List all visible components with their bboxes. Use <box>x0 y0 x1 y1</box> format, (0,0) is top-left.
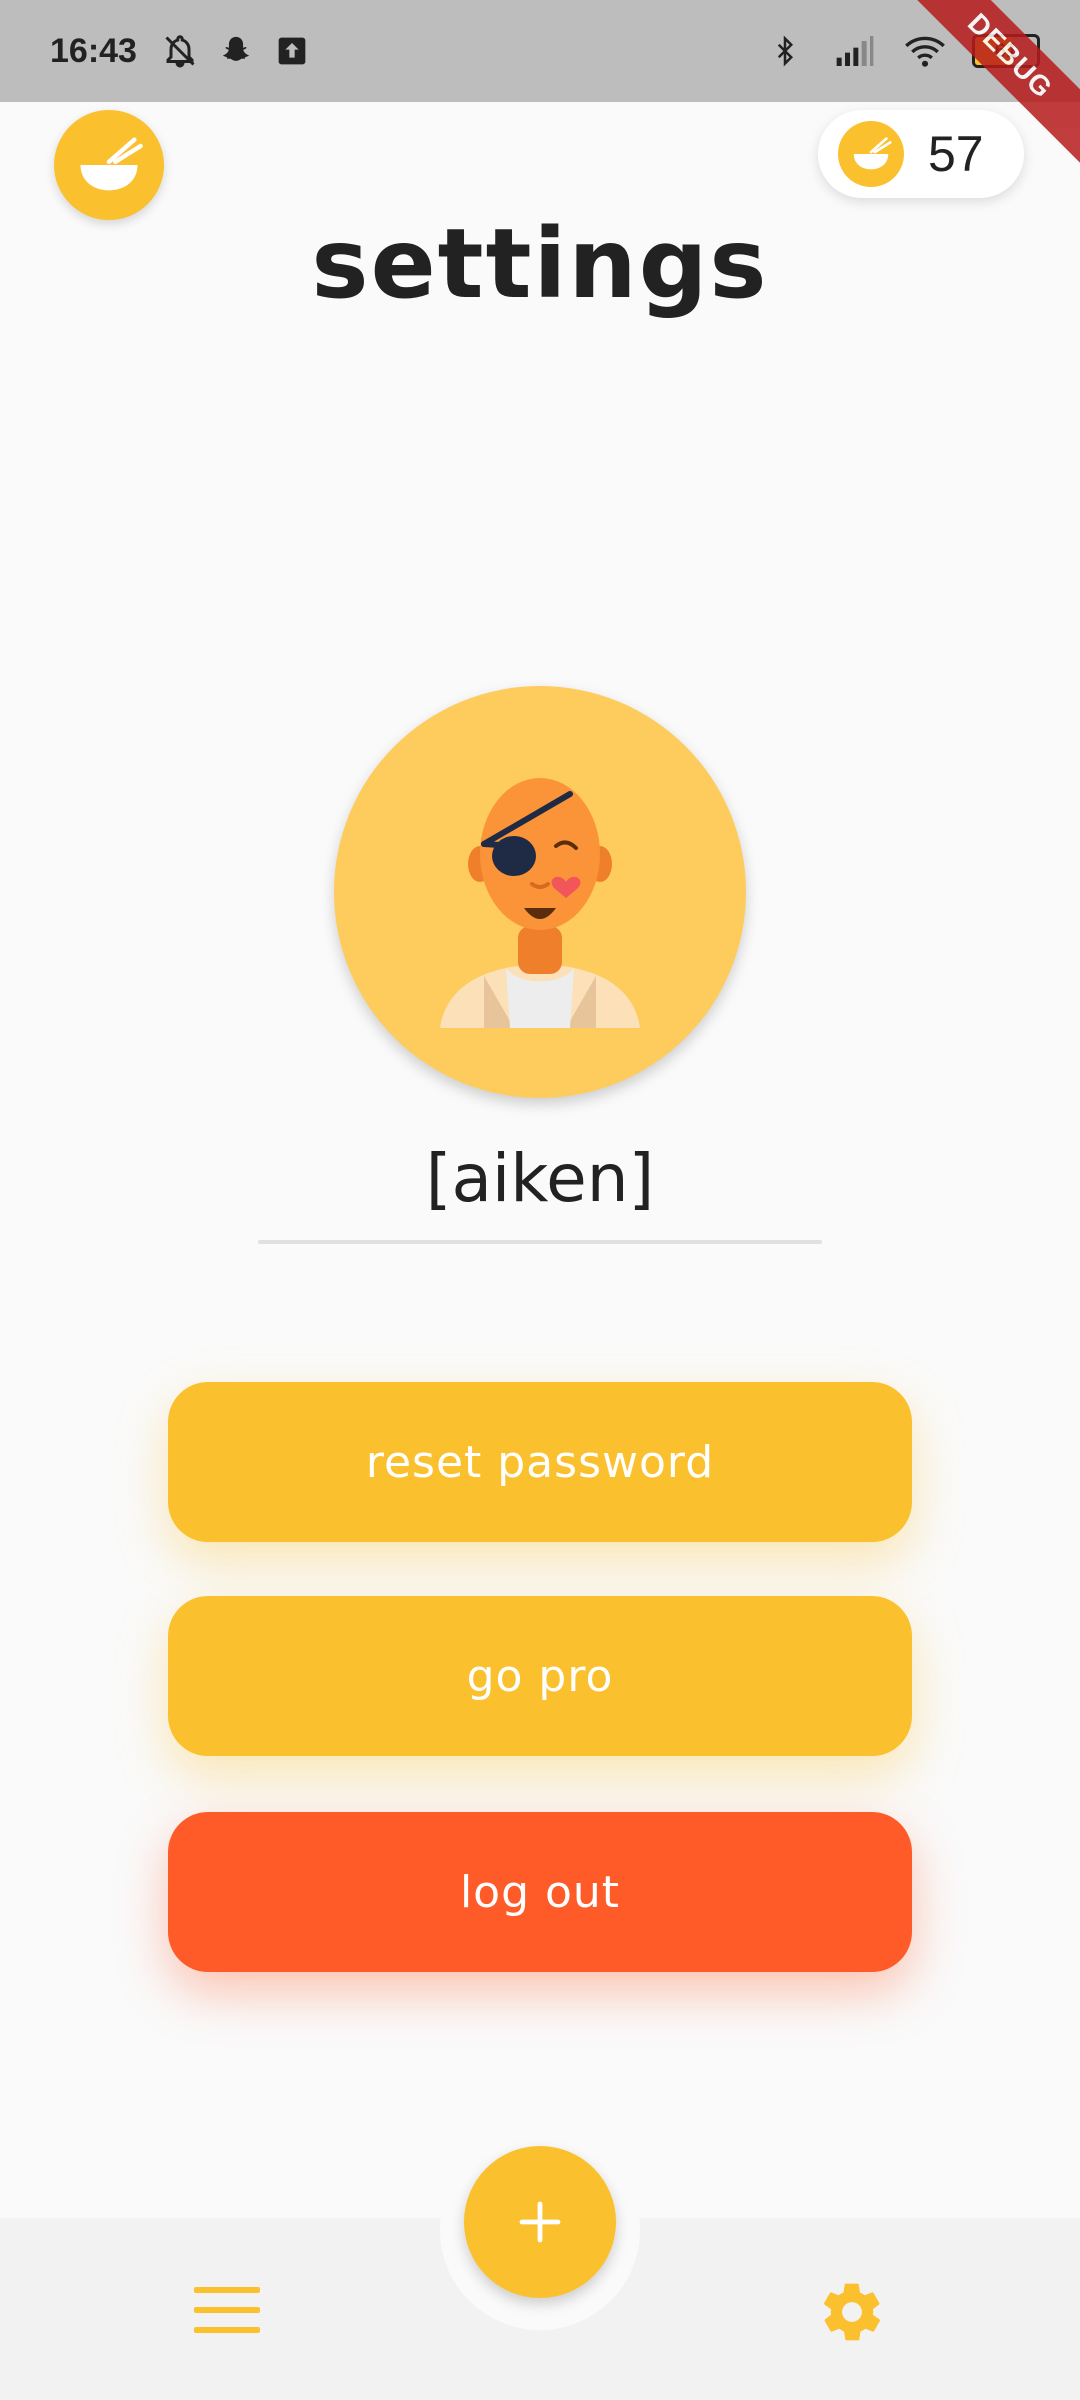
wifi-icon <box>902 28 948 74</box>
mute-icon <box>157 28 203 74</box>
plus-icon <box>519 2201 561 2243</box>
gear-icon <box>824 2283 880 2341</box>
avatar[interactable] <box>334 686 746 1098</box>
username-underline <box>258 1240 822 1244</box>
status-bar: 16:43 61 <box>0 0 1080 102</box>
coin-icon <box>838 121 904 187</box>
upload-icon <box>269 28 315 74</box>
app-logo[interactable] <box>54 110 164 220</box>
go-pro-button[interactable]: go pro <box>168 1596 912 1756</box>
snapchat-icon <box>213 28 259 74</box>
coin-balance[interactable]: 57 <box>818 110 1024 198</box>
username-field[interactable]: [aiken] <box>258 1140 822 1217</box>
log-out-button[interactable]: log out <box>168 1812 912 1972</box>
coin-count: 57 <box>928 126 984 182</box>
menu-icon <box>194 2287 260 2333</box>
page-title: settings <box>311 208 769 320</box>
pirate-avatar-illustration <box>440 778 640 1028</box>
reset-password-button[interactable]: reset password <box>168 1382 912 1542</box>
signal-icon <box>832 28 878 74</box>
menu-button[interactable] <box>190 2280 264 2340</box>
settings-button[interactable] <box>816 2276 888 2348</box>
bowl-icon <box>80 137 143 191</box>
bluetooth-icon <box>762 28 808 74</box>
add-button[interactable] <box>464 2146 616 2298</box>
status-time: 16:43 <box>50 31 137 70</box>
